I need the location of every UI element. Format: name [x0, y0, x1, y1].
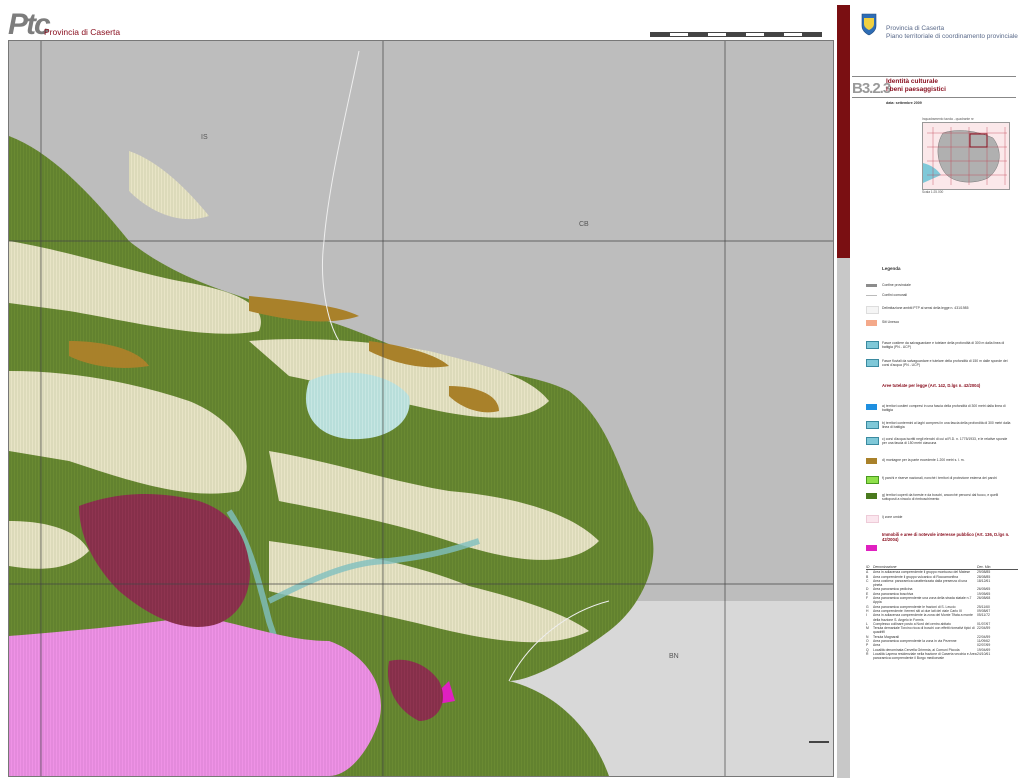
- legend-swatch: [866, 476, 879, 484]
- legend-label: d) montagne per la parte eccedente 1.200…: [882, 458, 965, 462]
- public-heading: Immobili e aree di notevole interesse pu…: [882, 532, 1010, 542]
- legend-label: Siti Unesco: [882, 320, 900, 324]
- panel-plan-name: Piano territoriale di coordinamento prov…: [886, 33, 1018, 40]
- legend-label: Fasce fluviali da salvaguardare e tutela…: [882, 359, 1008, 368]
- legend-swatch: [866, 493, 877, 499]
- region-label-bn: BN: [669, 653, 679, 660]
- legend-swatch: [866, 421, 879, 429]
- table-row: I Area in adiacenza comprendente la zona …: [866, 613, 1018, 622]
- legend-swatch: [866, 306, 879, 314]
- accent-bar: [837, 5, 850, 258]
- legend-label: Confine provinciale: [882, 283, 911, 287]
- legend-swatch: [866, 284, 877, 287]
- panel-header: Provincia di Caserta Piano territoriale …: [886, 25, 1018, 41]
- inset-label: Inquadramento tavola - quadrante nr: [922, 117, 974, 121]
- scale-bar: [650, 24, 830, 37]
- legend-swatch: [866, 320, 877, 326]
- table-cell: 05/11/72: [977, 613, 990, 618]
- inset-scale: Scala 1:25.000: [922, 190, 944, 194]
- legend-label: Confini comunali: [882, 293, 908, 297]
- map-scale-marker: [809, 741, 829, 743]
- table-cell: Area panoramica comprendente una zona de…: [873, 596, 972, 605]
- inset-map-graphic: [923, 123, 1009, 189]
- table-body: A Area in adiacenza comprendente il grupp…: [866, 570, 1018, 660]
- map-frame[interactable]: IS CB BN: [8, 40, 834, 777]
- legend-label: g) territori coperti da foreste e da bos…: [882, 493, 999, 502]
- legend-label: a) territori costieri compresi in una fa…: [882, 404, 1006, 413]
- map-canvas[interactable]: IS CB BN: [9, 41, 833, 776]
- legend-swatch: [866, 545, 877, 551]
- table-header-cell: Dec. Min.: [977, 565, 992, 569]
- legend-swatch: [866, 437, 879, 445]
- legend-swatch: [866, 341, 879, 349]
- table-cell: 22/04/59: [977, 626, 991, 631]
- section-title: Identità culturale: [886, 78, 939, 85]
- table-cell: F: [866, 596, 869, 601]
- table-cell: M: [866, 626, 869, 631]
- region-label-is: IS: [201, 134, 208, 141]
- legend-swatch: [866, 295, 877, 298]
- table-cell: C: [866, 578, 869, 583]
- legend-label: Delimitazione ambiti PTP ai sensi della …: [882, 306, 969, 310]
- legend-panel: Provincia di Caserta Piano territoriale …: [852, 0, 1020, 783]
- table-cell: Tenuta demaniale Torcino ricca di boschi…: [873, 626, 975, 635]
- table-cell: I: [866, 613, 867, 618]
- divider-mid: [852, 97, 1016, 98]
- table-cell: R: [866, 651, 869, 656]
- ptc-logo: Ptc: [8, 8, 51, 41]
- legend-swatch: [866, 458, 877, 464]
- crest-icon: [861, 13, 877, 36]
- inset-map: [922, 122, 1010, 190]
- table-row: M Tenuta demaniale Torcino ricca di bosch…: [866, 626, 1018, 635]
- table-cell: 24/10/61: [977, 651, 991, 656]
- region-label-cb: CB: [579, 221, 589, 228]
- table-cell: Area costiera: panoramica caratterizzata…: [873, 578, 968, 588]
- legend-label: i) zone umide: [882, 515, 903, 519]
- section-subtitle: i beni paesaggistici: [886, 86, 946, 93]
- province-label: Provincia di Caserta: [44, 27, 121, 37]
- section-heading: Identità culturale i beni paesaggistici: [886, 78, 946, 94]
- grey-bar: [837, 258, 850, 778]
- table-cell: 26/08/68: [977, 596, 991, 601]
- protected-heading: Aree tutelate per legge (Art. 142, D.lgs…: [882, 383, 981, 388]
- sheet-date: data: settembre 2009: [886, 101, 922, 105]
- divider-top: [852, 76, 1016, 77]
- legend-label: b) territori contermini ai laghi compres…: [882, 421, 1011, 430]
- legend-label: f) parchi e riserve nazionali, nonché i …: [882, 476, 997, 480]
- table-cell: Area in adiacenza comprendente la zona d…: [873, 613, 973, 622]
- public-interest-table: ID Denominazione Dec. Min. A Area in adia…: [866, 565, 1018, 661]
- table-cell: 18/12/61: [977, 578, 991, 583]
- table-row: C Area costiera: panoramica caratterizzat…: [866, 579, 1018, 588]
- legend-title: Legenda: [882, 266, 901, 271]
- table-row: F Area panoramica comprendente una zona d…: [866, 596, 1018, 605]
- legend-label: c) corsi d'acqua iscritti negli elenchi …: [882, 437, 1008, 446]
- legend-label: Fasce costiere da salvaguardare e tutela…: [882, 341, 1005, 350]
- sheet-code: B3.2.3: [852, 80, 891, 97]
- table-row: R Località Lapena residenziale nella fraz…: [866, 652, 1018, 661]
- panel-province-name: Provincia di Caserta: [886, 25, 945, 32]
- legend-swatch: [866, 515, 879, 523]
- legend-swatch: [866, 404, 877, 410]
- table-header-cell: ID: [866, 565, 870, 569]
- legend-swatch: [866, 359, 879, 367]
- table-header-cell: Denominazione: [873, 565, 897, 569]
- table-cell: Località Lapena residenziale nella frazi…: [873, 651, 977, 661]
